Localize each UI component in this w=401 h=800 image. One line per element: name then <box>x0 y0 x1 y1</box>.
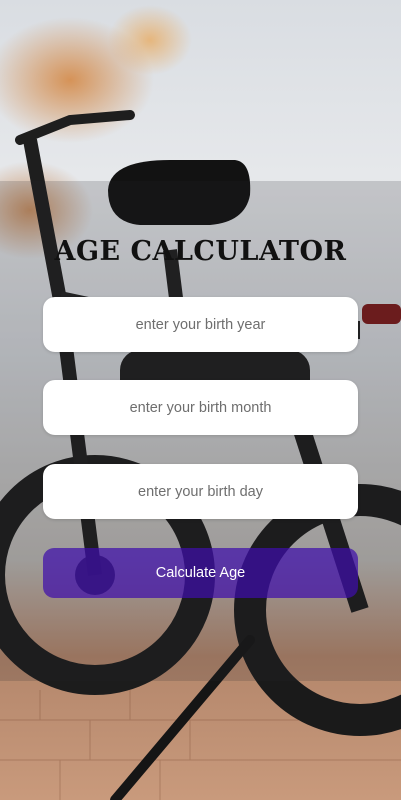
birth-day-input[interactable] <box>43 464 358 519</box>
birth-year-input[interactable] <box>43 297 358 352</box>
calculate-age-button[interactable]: Calculate Age <box>43 548 358 598</box>
page-title: AGE CALCULATOR <box>54 236 347 267</box>
birth-month-input[interactable] <box>43 380 358 435</box>
